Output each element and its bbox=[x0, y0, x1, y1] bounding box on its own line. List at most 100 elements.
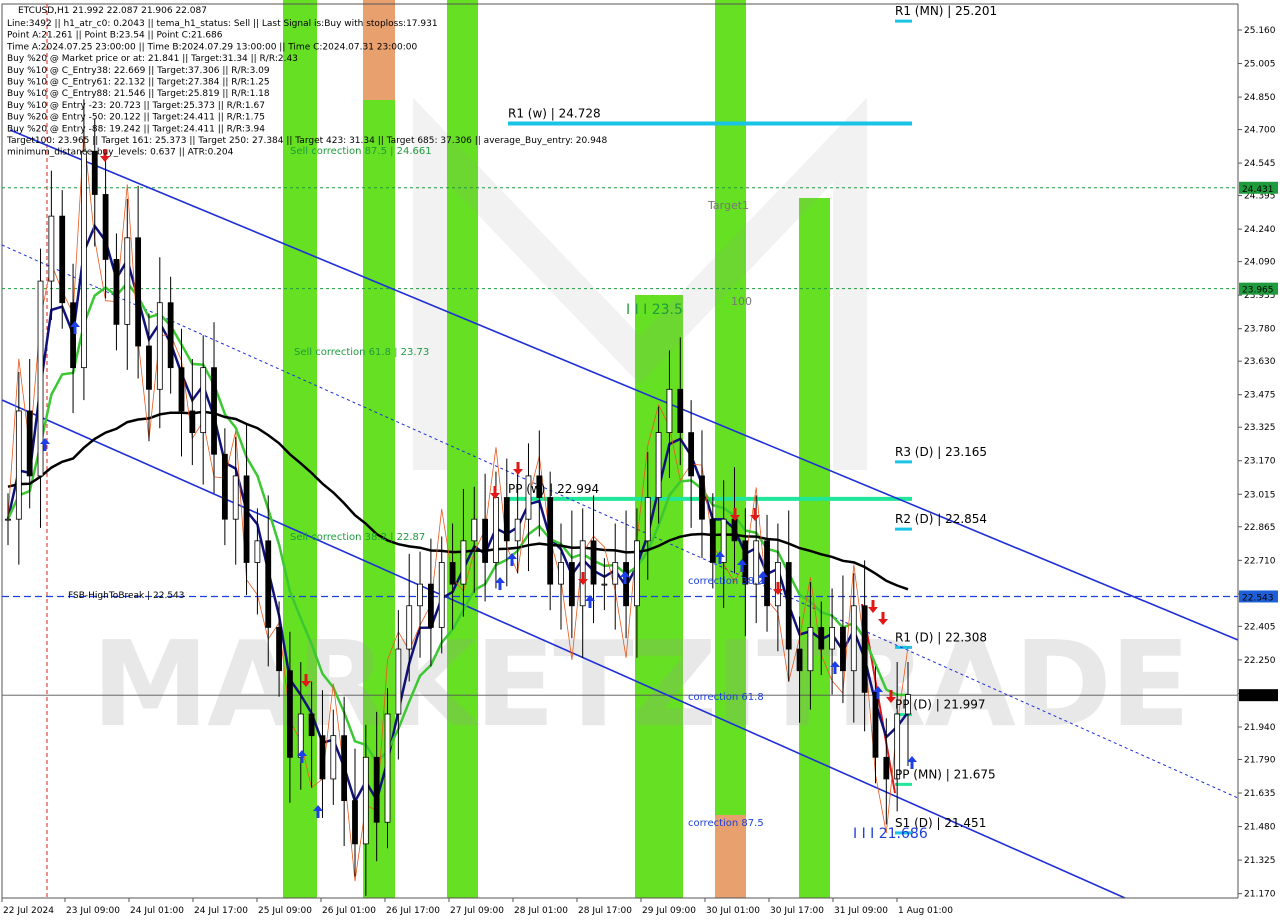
annotation-8: correction 61.8 bbox=[688, 692, 764, 703]
info-line-8: Buy %20 @ Entry -50: 20.122 || Target:24… bbox=[7, 113, 265, 123]
pivot-label-4: R2 (D) | 22.854 bbox=[895, 512, 987, 526]
info-line-4: Buy %10 @ C_Entry38: 22.669 || Target:37… bbox=[7, 66, 270, 76]
price-tag-2: 22.543 bbox=[1242, 593, 1274, 603]
candle-body bbox=[709, 518, 716, 563]
price-tick-label-10: 23.630 bbox=[1244, 357, 1276, 367]
candle-body bbox=[460, 540, 467, 585]
price-tick-label-4: 24.545 bbox=[1244, 159, 1276, 169]
price-tick-label-3: 24.700 bbox=[1244, 126, 1276, 136]
candle-body bbox=[384, 713, 391, 823]
candle-body bbox=[221, 453, 228, 520]
candle-body bbox=[840, 627, 846, 672]
candle-body bbox=[319, 735, 326, 780]
candle-body bbox=[764, 540, 770, 607]
zone-bullish_zone-3 bbox=[447, 0, 478, 898]
candle-body bbox=[471, 518, 478, 542]
price-tick-label-26: 21.170 bbox=[1244, 890, 1276, 900]
price-tag-3: 22.087 bbox=[1242, 692, 1274, 702]
candle-body bbox=[644, 497, 651, 542]
price-tick-label-25: 21.325 bbox=[1244, 856, 1276, 866]
price-tick-label-7: 24.090 bbox=[1244, 258, 1276, 268]
info-symbol-header: ETCUSD,H1 21.992 22.087 21.906 22.087 bbox=[18, 6, 207, 16]
candle-body bbox=[178, 367, 185, 412]
pivot-label-5: R1 (D) | 22.308 bbox=[895, 630, 987, 644]
candle-body bbox=[373, 756, 380, 823]
price-tick-label-9: 23.780 bbox=[1244, 325, 1276, 335]
candle-body bbox=[211, 367, 217, 455]
price-tick-label-2: 24.850 bbox=[1244, 93, 1276, 103]
candle-body bbox=[146, 345, 152, 390]
candle-body bbox=[482, 518, 489, 563]
candle-body bbox=[113, 259, 120, 325]
info-line-11: minimum_distance_buy_levels: 0.637 || AT… bbox=[7, 148, 234, 158]
info-line-10: Target100: 23.965 || Target 161: 25.373 … bbox=[6, 136, 608, 146]
price-tick-label-14: 23.015 bbox=[1244, 490, 1276, 500]
info-line-5: Buy %10 @ C_Entry61: 22.132 || Target:27… bbox=[7, 78, 270, 88]
candle-body bbox=[818, 627, 825, 650]
price-tick-label-0: 25.160 bbox=[1244, 26, 1276, 36]
candle-body bbox=[48, 215, 55, 282]
candle-body bbox=[26, 410, 33, 477]
candle-body bbox=[81, 150, 87, 369]
price-tick-label-18: 22.405 bbox=[1244, 622, 1276, 632]
candle-body bbox=[330, 735, 337, 780]
candle-body bbox=[807, 627, 814, 672]
candle-body bbox=[102, 194, 109, 260]
info-line-3: Buy %20 @ Market price or at: 21.841 || … bbox=[7, 54, 298, 64]
candle-body bbox=[124, 237, 131, 325]
candle-body bbox=[503, 497, 510, 542]
candle-body bbox=[493, 497, 499, 563]
candle-body bbox=[395, 648, 402, 715]
time-tick-label-13: 31 Jul 09:00 bbox=[834, 906, 888, 916]
price-tick-label-21: 21.940 bbox=[1244, 723, 1276, 733]
time-tick-label-8: 28 Jul 01:00 bbox=[514, 906, 568, 916]
price-tick-label-12: 23.325 bbox=[1244, 423, 1276, 433]
candle-body bbox=[276, 627, 282, 672]
chart-root: MARKETZITRADE R1 (MN) | 25.201 R1 (w) | 2… bbox=[0, 0, 1280, 920]
pivot-label-1: R1 (w) | 24.728 bbox=[508, 106, 601, 120]
candle-body bbox=[167, 302, 174, 369]
info-line-2: Time A:2024.07.25 23:00:00 || Time B:202… bbox=[6, 42, 417, 52]
candle-body bbox=[362, 756, 369, 845]
time-tick-label-5: 26 Jul 01:00 bbox=[322, 906, 376, 916]
annotation-1: 100 bbox=[731, 295, 752, 308]
candle-body bbox=[861, 605, 868, 693]
candle-body bbox=[232, 475, 239, 520]
candle-body bbox=[568, 562, 575, 607]
price-tick-label-6: 24.240 bbox=[1244, 225, 1276, 235]
price-axis: 25.16025.00524.85024.70024.54524.39524.2… bbox=[1237, 0, 1280, 920]
price-tick-label-16: 22.710 bbox=[1244, 556, 1276, 566]
annotation-4: Sell correction 61.8 | 23.73 bbox=[294, 347, 429, 358]
info-line-0: Line:3492 || h1_atr_c0: 0.2043 || tema_h… bbox=[7, 19, 438, 29]
candle-body bbox=[634, 540, 640, 607]
time-tick-label-11: 30 Jul 01:00 bbox=[706, 906, 760, 916]
candle-body bbox=[427, 583, 434, 628]
candle-body bbox=[352, 800, 358, 845]
annotation-0: Target1 bbox=[707, 199, 749, 212]
time-tick-label-6: 26 Jul 17:00 bbox=[386, 906, 440, 916]
candle-body bbox=[254, 540, 261, 563]
candle-body bbox=[59, 215, 66, 304]
pivot-label-7: PP (MN) | 21.675 bbox=[895, 767, 996, 781]
candle-body bbox=[15, 410, 22, 520]
candle-body bbox=[287, 670, 293, 758]
price-tick-label-22: 21.790 bbox=[1244, 755, 1276, 765]
candle-body bbox=[623, 562, 629, 607]
annotation-5: Sell correction 38.2 | 22.87 bbox=[290, 532, 425, 543]
info-line-6: Buy %10 @ C_Entry88: 21.546 || Target:25… bbox=[7, 89, 270, 99]
price-tick-label-19: 22.250 bbox=[1244, 656, 1276, 666]
candle-body bbox=[514, 518, 521, 542]
candle-body bbox=[731, 518, 738, 542]
candle-body bbox=[796, 648, 803, 672]
candle-body bbox=[850, 605, 857, 672]
pivot-label-6: PP (D) | 21.997 bbox=[895, 698, 986, 712]
annotation-7: correction 38.2 bbox=[688, 576, 764, 587]
candle-body bbox=[666, 388, 673, 434]
time-tick-label-7: 27 Jul 09:00 bbox=[450, 906, 504, 916]
annotation-10: I I I 21.686 bbox=[853, 826, 928, 842]
pivot-label-0: R1 (MN) | 25.201 bbox=[895, 4, 997, 18]
time-tick-label-14: 1 Aug 01:00 bbox=[898, 906, 953, 916]
price-tag-0: 24.431 bbox=[1242, 185, 1274, 195]
annotation-6: FSB-HighToBreak | 22.543 bbox=[68, 591, 185, 601]
candle-body bbox=[612, 562, 619, 585]
